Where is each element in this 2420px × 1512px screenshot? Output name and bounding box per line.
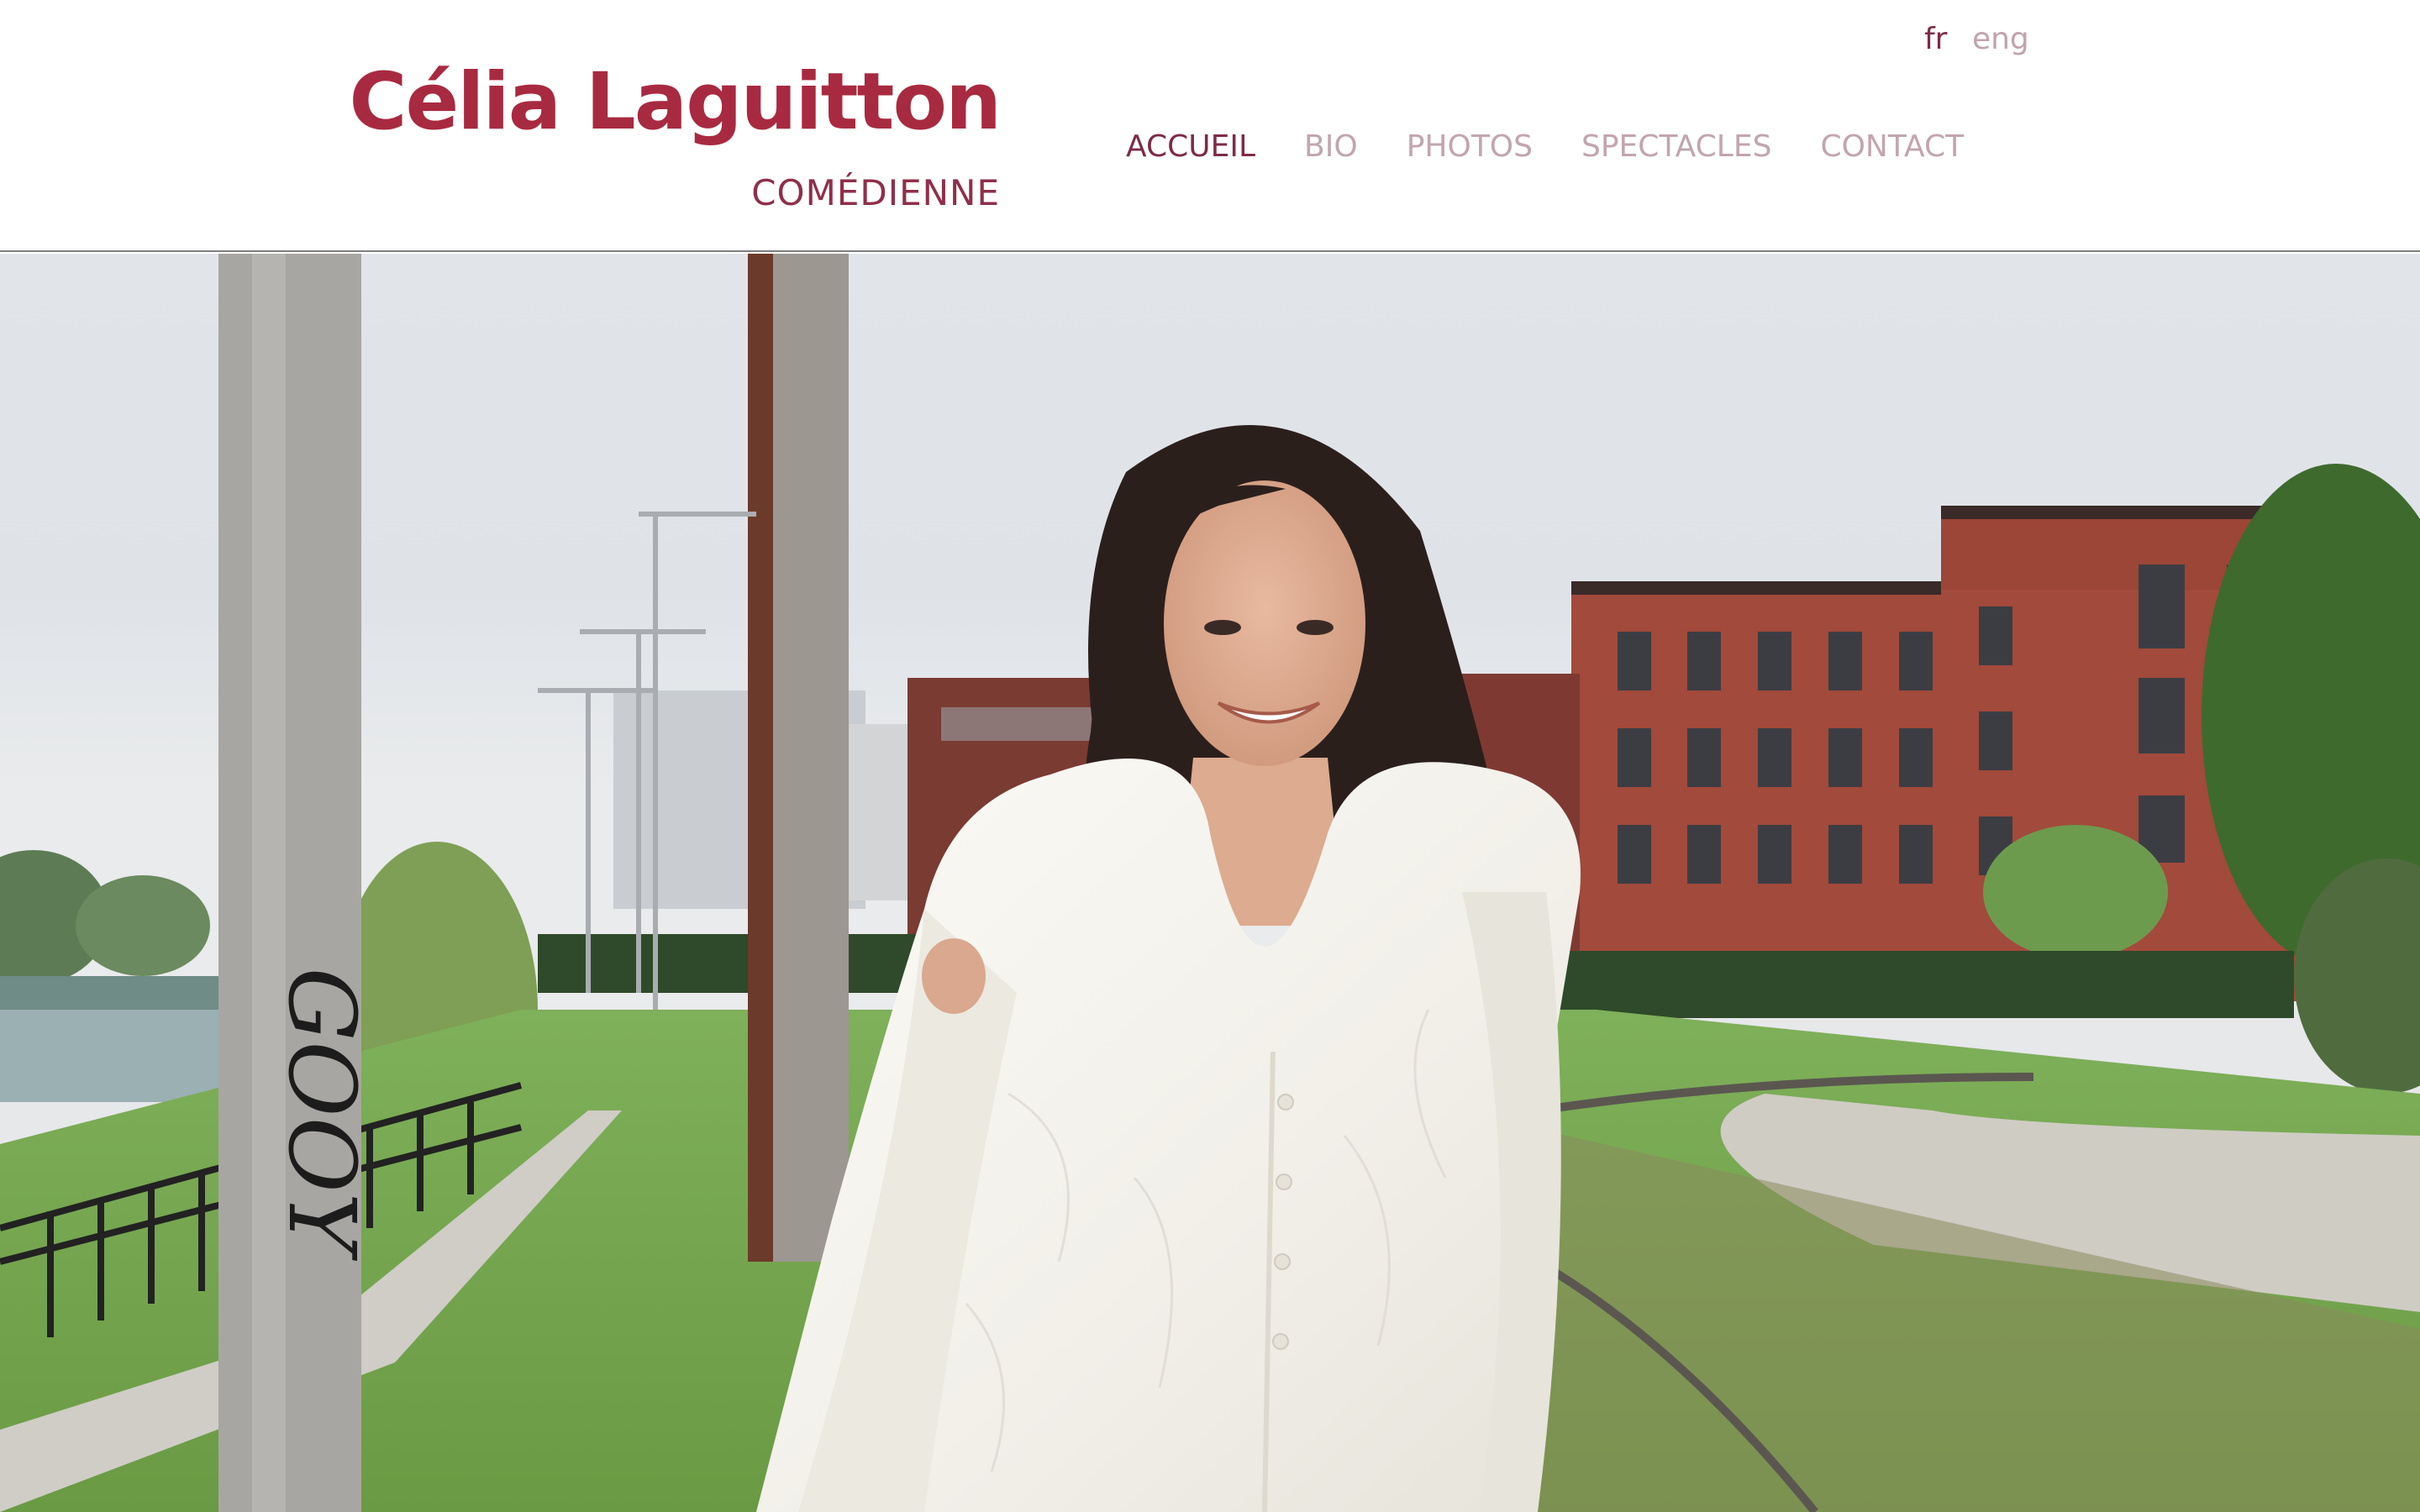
language-switcher: fr eng: [1924, 22, 2044, 56]
nav-photos[interactable]: PHOTOS: [1407, 129, 1533, 164]
site-title[interactable]: Célia Laguitton: [350, 59, 1002, 146]
nav-contact[interactable]: CONTACT: [1820, 129, 1964, 164]
nav-spectacles[interactable]: SPECTACLES: [1581, 129, 1771, 164]
site-header: Célia Laguitton COMÉDIENNE fr eng ACCUEI…: [0, 0, 2420, 252]
lang-eng-link[interactable]: eng: [1972, 22, 2029, 56]
hero-illustration: GOOY: [0, 254, 2420, 1512]
hero-photo: GOOY: [0, 254, 2420, 1512]
nav-bio[interactable]: BIO: [1304, 129, 1358, 164]
nav-accueil[interactable]: ACCUEIL: [1126, 129, 1255, 164]
site-subtitle: COMÉDIENNE: [751, 172, 1000, 213]
graffiti-text: GOOY: [268, 968, 376, 1262]
main-nav: ACCUEIL BIO PHOTOS SPECTACLES CONTACT: [1126, 129, 1964, 164]
lang-fr-link[interactable]: fr: [1924, 22, 1947, 56]
